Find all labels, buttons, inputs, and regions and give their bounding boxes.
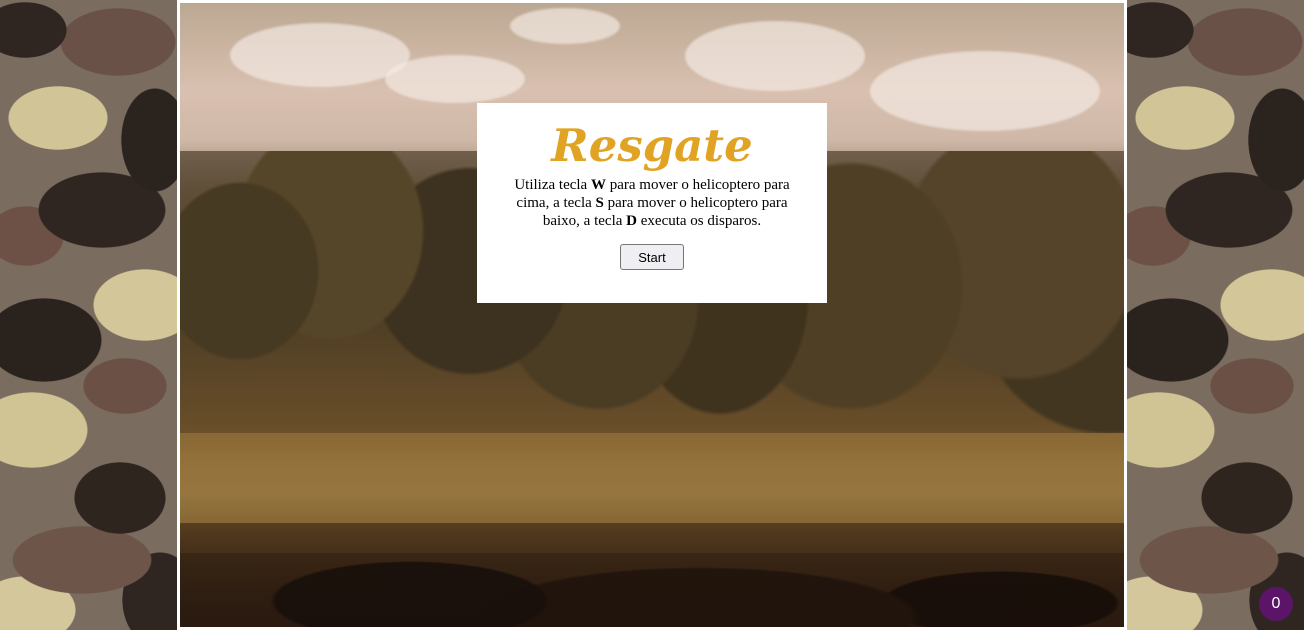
camouflage-left-panel xyxy=(0,0,177,630)
instructions-card: Resgate Utiliza tecla W para mover o hel… xyxy=(477,103,827,303)
camouflage-right-panel xyxy=(1127,0,1304,630)
instruction-part-1: Utiliza tecla xyxy=(514,177,591,193)
game-canvas-frame xyxy=(177,0,1127,630)
game-title: Resgate xyxy=(551,119,753,172)
key-s-label: S xyxy=(595,195,604,211)
key-d-label: D xyxy=(626,213,637,229)
instruction-part-4: executa os disparos. xyxy=(637,213,762,229)
score-badge: 0 xyxy=(1259,587,1293,621)
key-w-label: W xyxy=(590,177,606,193)
cloud-decoration xyxy=(385,55,525,103)
start-button[interactable]: Start xyxy=(620,244,684,270)
cloud-decoration xyxy=(685,21,865,91)
forest-background xyxy=(180,3,1124,627)
cloud-decoration xyxy=(510,8,620,44)
foreground-ground xyxy=(180,523,1124,627)
instructions-text: Utiliza tecla W para mover o helicoptero… xyxy=(501,176,803,230)
cloud-decoration xyxy=(230,23,410,87)
cloud-decoration xyxy=(870,51,1100,131)
